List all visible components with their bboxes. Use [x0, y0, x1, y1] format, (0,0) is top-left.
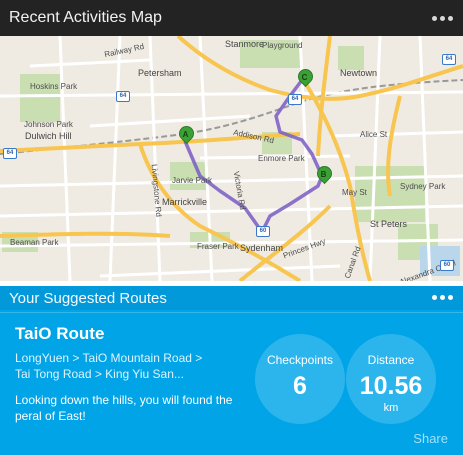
marker-label-a: A: [182, 130, 189, 139]
map-place-label: Johnson Park: [24, 120, 73, 129]
map-place-label: Marrickville: [162, 197, 207, 207]
map-place-label: Stanmore: [225, 39, 265, 49]
map-place-label: Playground: [262, 41, 303, 50]
suggested-routes-panel: Your Suggested Routes TaiO Route LongYue…: [0, 286, 463, 455]
map-place-label: Petersham: [138, 68, 182, 78]
map-road-label: May St: [342, 188, 367, 197]
distance-unit: km: [383, 402, 399, 414]
marker-label-c: C: [301, 73, 308, 82]
route-shield: 60: [256, 226, 270, 237]
map-place-label: Sydney Park: [400, 182, 446, 191]
routes-header: Your Suggested Routes: [0, 286, 463, 310]
route-path: LongYuen > TaiO Mountain Road > Tai Tong…: [15, 350, 245, 382]
distance-value: 10.56: [359, 372, 423, 400]
route-shield: 64: [3, 148, 17, 159]
routes-title: Your Suggested Routes: [9, 290, 167, 307]
activities-map[interactable]: Stanmore Playground Newtown Petersham Ho…: [0, 36, 463, 281]
route-shield: 64: [442, 54, 456, 65]
map-place-label: Hoskins Park: [30, 82, 78, 91]
distance-label: Distance: [367, 353, 415, 367]
divider: [0, 312, 463, 313]
more-dots-icon[interactable]: [432, 16, 453, 21]
route-path-line: LongYuen > TaiO Mountain Road >: [15, 351, 203, 365]
map-place-label: Newtown: [340, 68, 378, 78]
park-area: [338, 46, 364, 70]
route-shield: 64: [116, 91, 130, 102]
marker-label-b: B: [320, 170, 327, 179]
route-shield: 64: [288, 94, 302, 105]
share-button[interactable]: Share: [413, 431, 448, 446]
activity-widget: Recent Activities Map Stanmore Playgroun…: [0, 0, 463, 455]
map-place-label: Fraser Park: [197, 242, 239, 251]
map-road-label: Alice St: [360, 130, 388, 139]
route-description: Looking down the hills, you will found t…: [15, 393, 233, 423]
checkpoints-value: 6: [293, 372, 307, 400]
map-title: Recent Activities Map: [9, 9, 162, 26]
more-dots-icon[interactable]: [432, 295, 453, 300]
map-place-label: St Peters: [370, 219, 408, 229]
map-place-label: Jarvie Park: [172, 176, 213, 185]
map-place-label: Beaman Park: [10, 238, 59, 247]
checkpoints-label: Checkpoints: [266, 353, 334, 367]
checkpoints-badge: Checkpoints 6: [255, 334, 345, 424]
map-place-label: Dulwich Hill: [25, 131, 72, 141]
distance-badge: Distance 10.56 km: [346, 334, 436, 424]
map-place-label: Enmore Park: [258, 154, 305, 163]
map-place-label: Sydenham: [240, 243, 284, 253]
route-shield: 60: [440, 260, 454, 271]
route-path-line: Tai Tong Road > King Yiu San...: [15, 367, 184, 381]
route-name[interactable]: TaiO Route: [15, 324, 104, 344]
map-header: Recent Activities Map: [0, 0, 463, 36]
